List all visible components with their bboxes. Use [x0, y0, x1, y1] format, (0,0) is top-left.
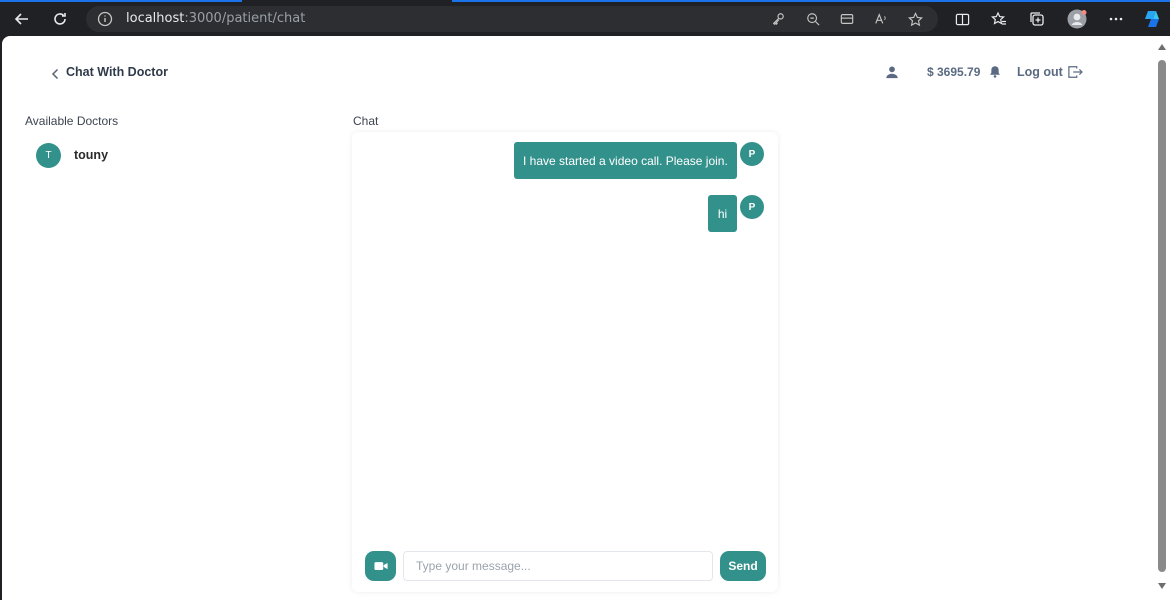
refresh-icon[interactable]	[49, 8, 71, 30]
wallet-balance: $ 3695.79	[927, 65, 981, 79]
sender-avatar: P	[740, 142, 764, 166]
page-title: Chat With Doctor	[66, 65, 168, 79]
favorite-star-icon[interactable]	[906, 10, 924, 28]
read-aloud-icon[interactable]	[872, 10, 890, 28]
sender-avatar: P	[740, 195, 764, 219]
doctor-name: touny	[74, 148, 109, 162]
chevron-left-icon[interactable]	[48, 66, 62, 82]
send-button[interactable]: Send	[720, 551, 766, 581]
chat-message-bubble: I have started a video call. Please join…	[514, 142, 737, 179]
chat-message-bubble: hi	[708, 195, 737, 232]
chat-label: Chat	[353, 114, 379, 128]
browser-toolbar: localhost:3000/patient/chat	[0, 0, 1170, 36]
message-input[interactable]	[403, 551, 713, 581]
chat-panel: I have started a video call. Please join…	[352, 132, 778, 592]
doctor-avatar: T	[36, 142, 61, 168]
split-screen-icon[interactable]	[951, 8, 973, 30]
scrollbar-thumb[interactable]	[1158, 60, 1166, 572]
logout-icon	[1068, 66, 1083, 78]
bell-icon[interactable]	[989, 65, 1003, 79]
page-scrollbar[interactable]	[1155, 36, 1170, 600]
back-arrow-icon[interactable]	[11, 8, 33, 30]
info-icon[interactable]	[96, 10, 114, 28]
copilot-icon[interactable]	[1141, 8, 1163, 30]
collections-icon[interactable]	[1026, 8, 1048, 30]
logout-label: Log out	[1017, 65, 1063, 79]
logout-button[interactable]: Log out	[1017, 65, 1083, 79]
card-icon[interactable]	[838, 10, 856, 28]
scroll-up-arrow-icon[interactable]	[1158, 44, 1166, 50]
page-viewport: Chat With Doctor $ 3695.79 Log out Avail…	[2, 36, 1155, 600]
key-icon[interactable]	[769, 10, 787, 28]
doctor-list-item[interactable]: T touny	[36, 142, 108, 168]
available-doctors-label: Available Doctors	[25, 114, 119, 128]
more-options-icon[interactable]	[1105, 8, 1127, 30]
favorites-icon[interactable]	[988, 8, 1010, 30]
url-text[interactable]: localhost:3000/patient/chat	[126, 11, 305, 26]
scroll-down-arrow-icon[interactable]	[1158, 583, 1166, 589]
profile-avatar-icon[interactable]	[1066, 8, 1088, 30]
loading-progress	[0, 0, 1170, 2]
user-icon[interactable]	[885, 65, 901, 81]
video-camera-icon	[373, 562, 388, 570]
zoom-out-icon[interactable]	[804, 10, 822, 28]
address-bar[interactable]: localhost:3000/patient/chat	[86, 6, 938, 32]
video-call-button[interactable]	[365, 551, 396, 581]
